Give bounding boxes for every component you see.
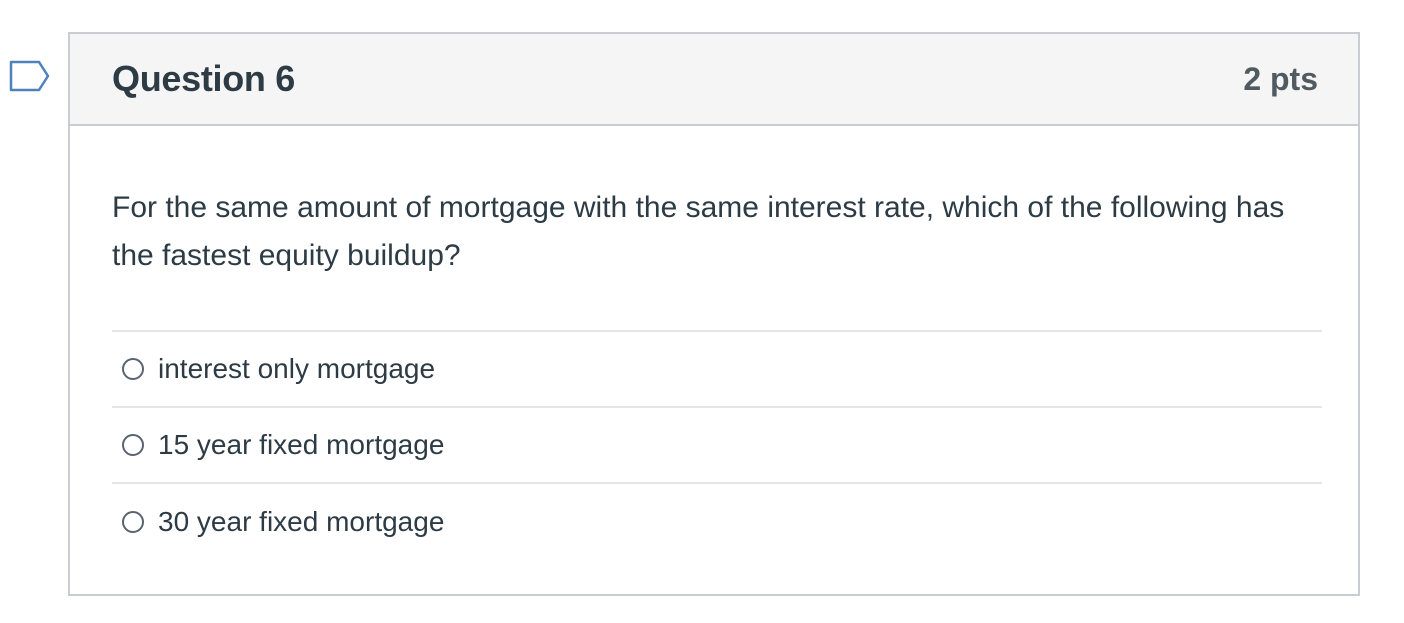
answer-option[interactable]: interest only mortgage <box>112 332 1322 408</box>
radio-button[interactable] <box>122 511 144 533</box>
answer-label[interactable]: interest only mortgage <box>158 353 435 385</box>
question-title: Question 6 <box>112 58 296 99</box>
question-body: For the same amount of mortgage with the… <box>70 126 1358 560</box>
flag-question-icon[interactable] <box>9 60 51 92</box>
answer-option[interactable]: 15 year fixed mortgage <box>112 408 1322 484</box>
answer-option[interactable]: 30 year fixed mortgage <box>112 484 1322 560</box>
answer-label[interactable]: 15 year fixed mortgage <box>158 429 444 461</box>
question-text: For the same amount of mortgage with the… <box>112 191 1285 272</box>
question-card: Question 6 2 pts For the same amount of … <box>68 32 1360 596</box>
radio-button[interactable] <box>122 358 144 380</box>
question-points: 2 pts <box>1243 60 1318 97</box>
answer-list: interest only mortgage 15 year fixed mor… <box>112 330 1322 560</box>
answer-label[interactable]: 30 year fixed mortgage <box>158 506 444 538</box>
radio-button[interactable] <box>122 434 144 456</box>
question-header: Question 6 2 pts <box>70 34 1358 126</box>
